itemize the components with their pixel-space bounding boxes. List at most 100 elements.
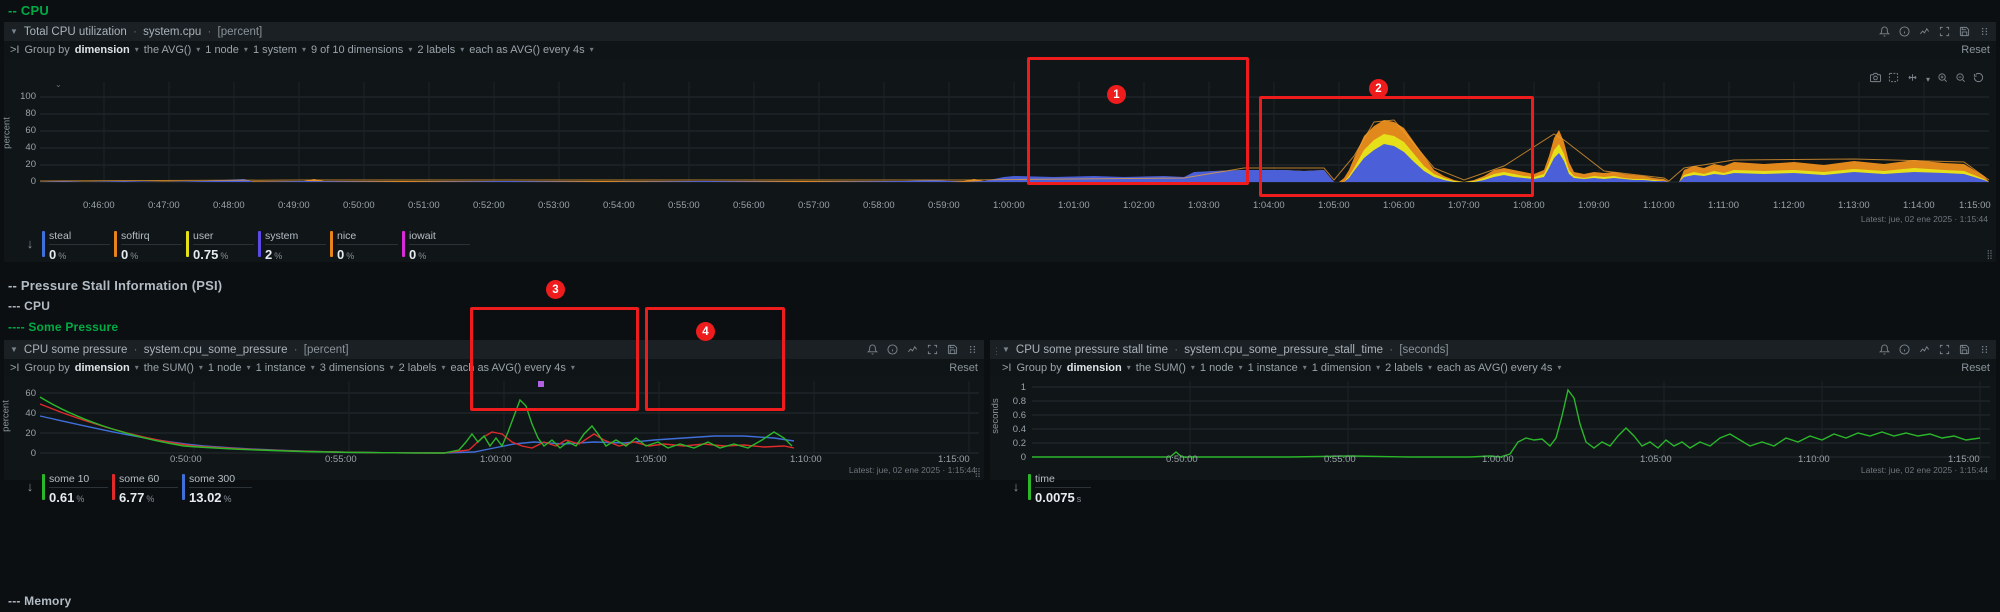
drag-handle-icon[interactable] <box>1979 344 1990 355</box>
reset-button[interactable]: Reset <box>949 362 978 374</box>
groupby-nodes[interactable]: 1 node <box>1200 362 1234 374</box>
alarm-bell-icon[interactable] <box>1879 344 1890 355</box>
section-header-cpu[interactable]: -- CPU <box>4 3 49 18</box>
anomaly-icon[interactable] <box>1919 26 1930 37</box>
chart-card-total-cpu-utilization: ▼ Total CPU utilization · system.cpu · [… <box>1 22 1996 262</box>
legend-item-some-10[interactable]: some 10 0.61% <box>42 473 108 505</box>
legend-item-some-300[interactable]: some 300 13.02% <box>182 473 252 505</box>
save-icon[interactable] <box>947 344 958 355</box>
groupby-each-as[interactable]: each as AVG() every 4s <box>469 44 584 56</box>
legend-item-nice[interactable]: nice 0% <box>330 230 398 262</box>
chevron-down-icon[interactable]: ▾ <box>135 45 139 54</box>
download-arrow-icon[interactable]: ↓ <box>1004 473 1028 494</box>
legend-item-some-60[interactable]: some 60 6.77% <box>112 473 178 505</box>
legend-item-system[interactable]: system 2% <box>258 230 326 262</box>
legend-item-time[interactable]: time 0.0075 s <box>1028 473 1091 505</box>
chevron-down-icon[interactable]: ▾ <box>390 363 394 372</box>
chevron-down-icon[interactable]: ▾ <box>1127 363 1131 372</box>
resize-handle-icon[interactable]: ⣿ <box>974 467 981 478</box>
save-icon[interactable] <box>1959 26 1970 37</box>
section-header-psi[interactable]: -- Pressure Stall Information (PSI) <box>4 278 222 293</box>
reset-button[interactable]: Reset <box>1961 44 1990 56</box>
groupby-dimensions[interactable]: 3 dimensions <box>320 362 385 374</box>
drag-handle-icon[interactable] <box>1979 26 1990 37</box>
chevron-down-icon[interactable]: ▾ <box>247 363 251 372</box>
groupby-each-as[interactable]: each as AVG() every 4s <box>1437 362 1552 374</box>
groupby-instances[interactable]: 1 system <box>253 44 297 56</box>
chart-plot-area[interactable]: seconds 1 0.8 0.6 0.4 0.2 0 0:50:00 0:55… <box>990 376 1996 475</box>
groupby-nodes[interactable]: 1 node <box>205 44 239 56</box>
groupby-dimensions[interactable]: 9 of 10 dimensions <box>311 44 403 56</box>
info-icon[interactable] <box>1899 26 1910 37</box>
chevron-down-icon[interactable]: ▾ <box>571 363 575 372</box>
chevron-down-icon[interactable]: ▾ <box>1239 363 1243 372</box>
groupby-dimensions[interactable]: 1 dimension <box>1312 362 1371 374</box>
chevron-down-icon[interactable]: ▾ <box>1191 363 1195 372</box>
groupby-dimension-value[interactable]: dimension <box>1067 362 1122 374</box>
chevron-down-icon[interactable]: ▾ <box>1303 363 1307 372</box>
reset-button[interactable]: Reset <box>1961 362 1990 374</box>
groupby-instances[interactable]: 1 instance <box>1248 362 1298 374</box>
chart-header-icons <box>867 344 978 355</box>
groupby-aggregation[interactable]: the SUM() <box>144 362 194 374</box>
chevron-down-icon[interactable]: ▼ <box>1002 345 1010 354</box>
chevron-down-icon[interactable]: ▾ <box>244 45 248 54</box>
legend-item-iowait[interactable]: iowait 0% <box>402 230 470 262</box>
anomaly-icon[interactable] <box>907 344 918 355</box>
section-header-psi-cpu[interactable]: --- CPU <box>4 299 50 313</box>
resize-handle-icon[interactable]: ⣿ <box>1986 249 1993 260</box>
groupby-dimension-value[interactable]: dimension <box>75 44 130 56</box>
groupby-aggregation[interactable]: the AVG() <box>144 44 191 56</box>
chevron-down-icon[interactable]: ▾ <box>1376 363 1380 372</box>
chart-header[interactable]: ▼ CPU some pressure stall time · system.… <box>990 340 1996 359</box>
fullscreen-icon[interactable] <box>927 344 938 355</box>
groupby-labels[interactable]: 2 labels <box>417 44 455 56</box>
x-tick: 0:52:00 <box>473 200 505 211</box>
section-header-memory[interactable]: --- Memory <box>4 594 71 608</box>
chevron-down-icon[interactable]: ▾ <box>460 45 464 54</box>
groupby-labels[interactable]: 2 labels <box>399 362 437 374</box>
chevron-down-icon[interactable]: ▾ <box>1428 363 1432 372</box>
chevron-down-icon[interactable]: ▾ <box>135 363 139 372</box>
chart-header[interactable]: ▼ CPU some pressure · system.cpu_some_pr… <box>4 340 984 359</box>
groupby-prefix: >I <box>1002 361 1012 374</box>
chevron-down-icon[interactable]: ▾ <box>199 363 203 372</box>
save-icon[interactable] <box>1959 344 1970 355</box>
chevron-down-icon[interactable]: ▾ <box>311 363 315 372</box>
download-arrow-icon[interactable]: ↓ <box>18 230 42 251</box>
fullscreen-icon[interactable] <box>1939 344 1950 355</box>
legend-item-user[interactable]: user 0.75% <box>186 230 254 262</box>
info-icon[interactable] <box>887 344 898 355</box>
legend-item-steal[interactable]: steal 0% <box>42 230 110 262</box>
groupby-nodes[interactable]: 1 node <box>208 362 242 374</box>
groupby-instances[interactable]: 1 instance <box>256 362 306 374</box>
chevron-down-icon[interactable]: ▾ <box>408 45 412 54</box>
anomaly-icon[interactable] <box>1919 344 1930 355</box>
section-header-some-pressure[interactable]: ---- Some Pressure <box>4 320 118 334</box>
groupby-labels[interactable]: 2 labels <box>1385 362 1423 374</box>
alarm-bell-icon[interactable] <box>867 344 878 355</box>
fullscreen-icon[interactable] <box>1939 26 1950 37</box>
groupby-each-as[interactable]: each as AVG() every 4s <box>451 362 566 374</box>
legend-item-softirq[interactable]: softirq 0% <box>114 230 182 262</box>
drag-handle-icon[interactable] <box>967 344 978 355</box>
chart-plot-area[interactable]: percent 60 40 20 0 0:50:00 0:55:00 1:00:… <box>0 376 984 475</box>
groupby-aggregation[interactable]: the SUM() <box>1136 362 1186 374</box>
chevron-down-icon[interactable]: ▾ <box>442 363 446 372</box>
alarm-bell-icon[interactable] <box>1879 26 1890 37</box>
download-arrow-icon[interactable]: ↓ <box>18 473 42 494</box>
chevron-down-icon[interactable]: ▾ <box>590 45 594 54</box>
chart-title: Total CPU utilization · system.cpu · [pe… <box>24 26 262 38</box>
groupby-dimension-value[interactable]: dimension <box>75 362 130 374</box>
chevron-down-icon[interactable]: ▾ <box>196 45 200 54</box>
chart-header[interactable]: ▼ Total CPU utilization · system.cpu · [… <box>4 22 1996 41</box>
info-icon[interactable] <box>1899 344 1910 355</box>
chevron-down-icon[interactable]: ▼ <box>10 27 18 36</box>
legend-value: 13.02% <box>189 488 252 505</box>
chart-plot-area[interactable]: percent 100 80 60 40 20 0 ▾ ⌄ 0:46:00 0:… <box>1 58 1996 226</box>
chevron-down-icon[interactable]: ▾ <box>1557 363 1561 372</box>
chevron-down-icon[interactable]: ▼ <box>10 345 18 354</box>
drag-handle-icon[interactable]: ⋮ <box>992 346 1001 357</box>
chart-header-icons <box>1879 344 1990 355</box>
chevron-down-icon[interactable]: ▾ <box>302 45 306 54</box>
